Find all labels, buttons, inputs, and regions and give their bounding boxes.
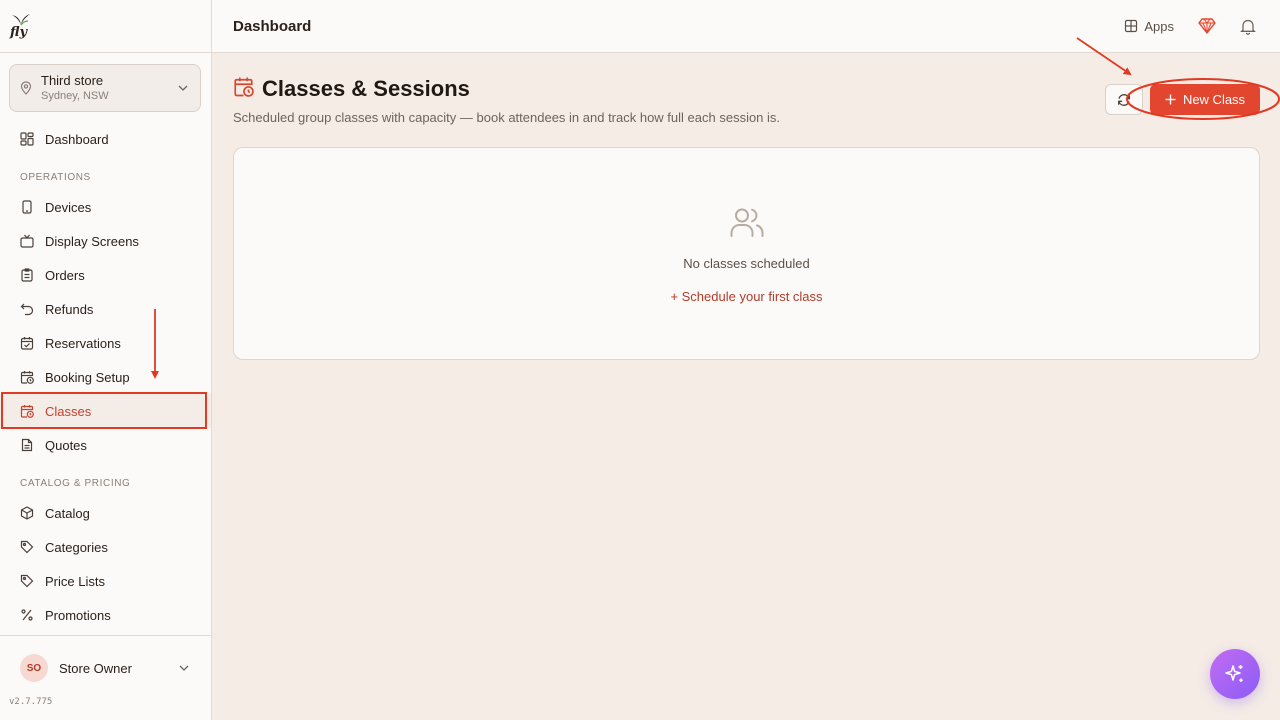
sidebar-item-devices[interactable]: Devices — [0, 190, 211, 224]
document-icon — [20, 438, 34, 452]
dashboard-grid-icon — [20, 132, 34, 146]
refresh-icon — [1118, 93, 1130, 106]
sidebar-item-label: Booking Setup — [45, 369, 130, 385]
user-name: Store Owner — [59, 660, 132, 676]
store-name: Third store — [41, 73, 104, 88]
sidebar-footer: SO Store Owner — [0, 635, 211, 700]
store-selector[interactable]: Third store Sydney, NSW — [9, 64, 201, 112]
sidebar-item-promotions[interactable]: Promotions — [0, 598, 211, 632]
sidebar-item-label: Display Screens — [45, 233, 139, 249]
sidebar-item-label: Price Lists — [45, 573, 105, 589]
calendar-clock-icon — [233, 76, 254, 102]
sidebar-nav: Dashboard OPERATIONS Devices Display Scr… — [0, 122, 211, 632]
undo-arrow-icon — [20, 302, 34, 316]
sidebar-item-reservations[interactable]: Reservations — [0, 326, 211, 360]
page-subtitle: Scheduled group classes with capacity — … — [233, 110, 781, 125]
apps-grid-icon — [1125, 19, 1138, 33]
sidebar-item-refunds[interactable]: Refunds — [0, 292, 211, 326]
location-pin-icon — [20, 81, 32, 95]
sidebar-item-booking-setup[interactable]: Booking Setup — [0, 360, 211, 394]
apps-label: Apps — [1144, 18, 1174, 34]
device-icon — [20, 200, 34, 214]
new-class-button[interactable]: New Class — [1150, 84, 1260, 115]
calendar-clock-icon — [20, 370, 34, 384]
package-icon — [20, 506, 34, 520]
sidebar-item-quotes[interactable]: Quotes — [0, 428, 211, 462]
sidebar-item-classes[interactable]: Classes — [0, 394, 211, 428]
sidebar-item-catalog[interactable]: Catalog — [0, 496, 211, 530]
percent-icon — [20, 608, 34, 622]
calendar-check-icon — [20, 336, 34, 350]
sidebar-item-label: Catalog — [45, 505, 90, 521]
calendar-clock-icon — [20, 404, 34, 418]
sidebar-item-label: Classes — [45, 403, 92, 419]
sidebar-item-dashboard[interactable]: Dashboard — [0, 122, 211, 156]
apps-button[interactable]: Apps — [1124, 19, 1174, 34]
sidebar-item-categories[interactable]: Categories — [0, 530, 211, 564]
tag-icon — [20, 540, 34, 554]
sidebar-item-label: Refunds — [45, 301, 94, 317]
chevron-down-icon — [178, 85, 188, 91]
plus-icon — [1165, 94, 1176, 105]
sidebar-item-label: Dashboard — [45, 131, 109, 147]
tag-icon — [20, 574, 34, 588]
gem-icon[interactable] — [1198, 18, 1216, 34]
tv-icon — [20, 234, 34, 248]
section-header-operations: OPERATIONS — [20, 172, 91, 183]
new-class-label: New Class — [1182, 92, 1246, 107]
sidebar-item-orders[interactable]: Orders — [0, 258, 211, 292]
section-header-catalog-pricing: CATALOG & PRICING — [20, 478, 131, 489]
refresh-button[interactable] — [1105, 84, 1143, 115]
store-location: Sydney, NSW — [41, 90, 109, 102]
top-bar: Dashboard Apps — [212, 0, 1280, 53]
chevron-down-icon — [179, 665, 189, 671]
sidebar-item-label: Reservations — [45, 335, 121, 351]
brand-logo[interactable]: fly — [10, 13, 32, 39]
logo-text: fly — [10, 25, 28, 40]
schedule-first-class-link[interactable]: + Schedule your first class — [670, 289, 822, 304]
sidebar-item-label: Promotions — [45, 607, 111, 623]
user-menu[interactable]: SO Store Owner — [0, 636, 211, 700]
sidebar: fly Third store Sydney, NSW Dashboard OP… — [0, 0, 212, 720]
page-header: Classes & Sessions Scheduled group class… — [233, 76, 780, 125]
sidebar-item-price-lists[interactable]: Price Lists — [0, 564, 211, 598]
page-title: Classes & Sessions — [262, 76, 470, 101]
logo-area: fly — [0, 0, 211, 53]
sidebar-item-label: Quotes — [45, 437, 87, 453]
sidebar-item-label: Categories — [45, 539, 108, 555]
sidebar-item-display-screens[interactable]: Display Screens — [0, 224, 211, 258]
users-icon — [730, 206, 764, 243]
sparkles-icon — [1225, 665, 1243, 682]
breadcrumb-title: Dashboard — [233, 17, 312, 35]
version-label: v2.7.775 — [9, 697, 53, 707]
classes-empty-state-card: No classes scheduled + Schedule your fir… — [233, 147, 1260, 360]
sidebar-item-label: Orders — [45, 267, 85, 283]
sidebar-item-label: Devices — [45, 199, 92, 215]
bell-icon[interactable] — [1240, 18, 1256, 35]
avatar: SO — [20, 654, 48, 682]
clipboard-icon — [20, 268, 34, 282]
ai-assistant-button[interactable] — [1210, 649, 1260, 699]
empty-state-message: No classes scheduled — [683, 256, 810, 271]
